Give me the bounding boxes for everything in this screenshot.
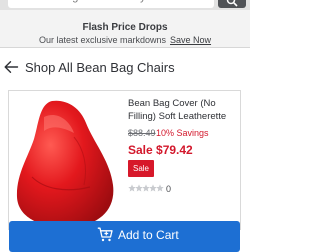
search-icon — [226, 0, 238, 7]
sale-price: Sale $79.42 — [128, 143, 193, 157]
product-name[interactable]: Bean Bag Cover (No Filling) Soft Leather… — [128, 97, 246, 123]
savings-label: 10% Savings — [156, 128, 209, 138]
add-to-cart-button[interactable]: Add to Cart — [9, 221, 240, 252]
add-to-cart-label: Add to Cart — [118, 228, 179, 242]
promo-subtitle: Our latest exclusive markdowns Save Now — [0, 35, 250, 45]
page-title: Shop All Bean Bag Chairs — [25, 60, 175, 75]
promo-subtitle-text: Our latest exclusive markdowns — [38, 35, 166, 45]
add-to-cart-icon — [97, 227, 113, 242]
top-search-bar — [0, 0, 250, 10]
original-price: $88.49 — [128, 128, 156, 138]
promo-title: Flash Price Drops — [82, 22, 168, 33]
search-button[interactable] — [218, 0, 246, 8]
header-divider — [0, 47, 250, 48]
back-arrow-icon[interactable] — [3, 60, 19, 74]
star-icon — [156, 184, 164, 192]
search-input[interactable] — [16, 0, 206, 8]
search-box[interactable] — [8, 0, 214, 8]
save-now-link[interactable]: Save Now — [170, 35, 211, 45]
product-image[interactable] — [14, 97, 117, 229]
sale-badge: Sale — [128, 160, 154, 177]
promo-banner: Flash Price Drops Our latest exclusive m… — [0, 10, 250, 47]
review-count[interactable]: 0 — [166, 184, 171, 194]
